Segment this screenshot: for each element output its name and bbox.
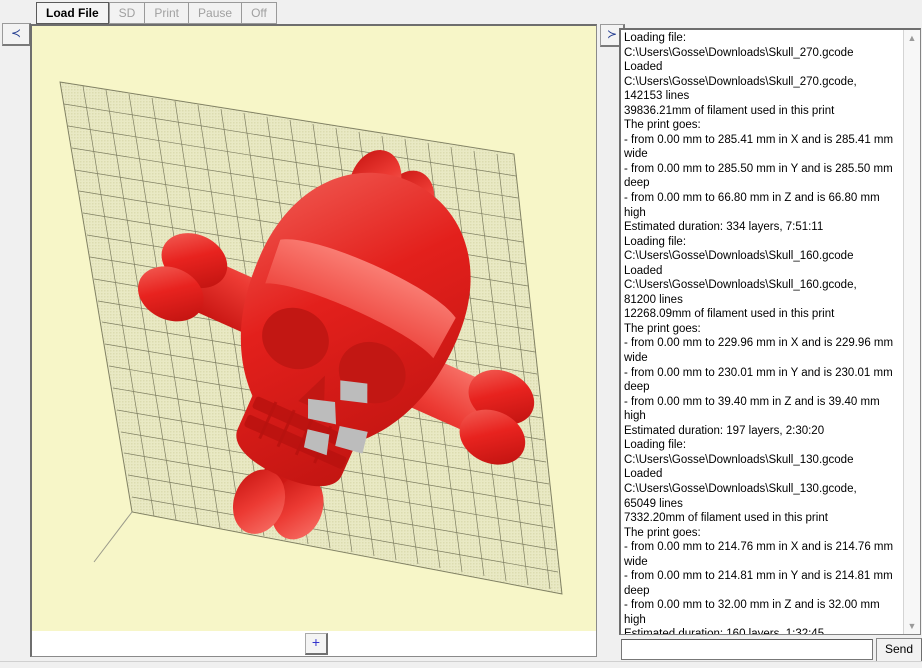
console-log-text: Loading file: C:\Users\Gosse\Downloads\S…: [624, 32, 894, 635]
bed-origin-axis: [93, 511, 133, 563]
tab-off[interactable]: Off: [241, 2, 277, 24]
top-toolbar: Load File SD Print Pause Off: [0, 0, 922, 26]
tab-sd[interactable]: SD: [108, 2, 145, 24]
scroll-up-icon[interactable]: ▲: [904, 30, 920, 46]
console-log-panel[interactable]: Loading file: C:\Users\Gosse\Downloads\S…: [619, 28, 921, 635]
3d-scene-svg[interactable]: [32, 26, 596, 634]
chevron-right-icon: ≻: [606, 27, 618, 41]
tab-pause[interactable]: Pause: [188, 2, 242, 24]
window-bottom-edge: [0, 661, 922, 668]
command-tabstrip: Load File SD Print Pause Off: [36, 2, 277, 24]
command-input[interactable]: [621, 639, 873, 660]
collapse-left-panel-button[interactable]: ≺: [2, 23, 31, 46]
tab-load-file[interactable]: Load File: [36, 2, 109, 24]
3d-print-preview[interactable]: [32, 26, 596, 634]
add-model-button[interactable]: +: [305, 633, 328, 655]
tab-print[interactable]: Print: [144, 2, 189, 24]
chevron-left-icon: ≺: [10, 26, 22, 40]
viewport-bottom-bar: +: [32, 631, 596, 656]
scroll-down-icon[interactable]: ▼: [904, 618, 920, 634]
model-viewport-frame[interactable]: +: [30, 24, 597, 657]
console-log-scrollbar[interactable]: ▲ ▼: [903, 30, 920, 634]
